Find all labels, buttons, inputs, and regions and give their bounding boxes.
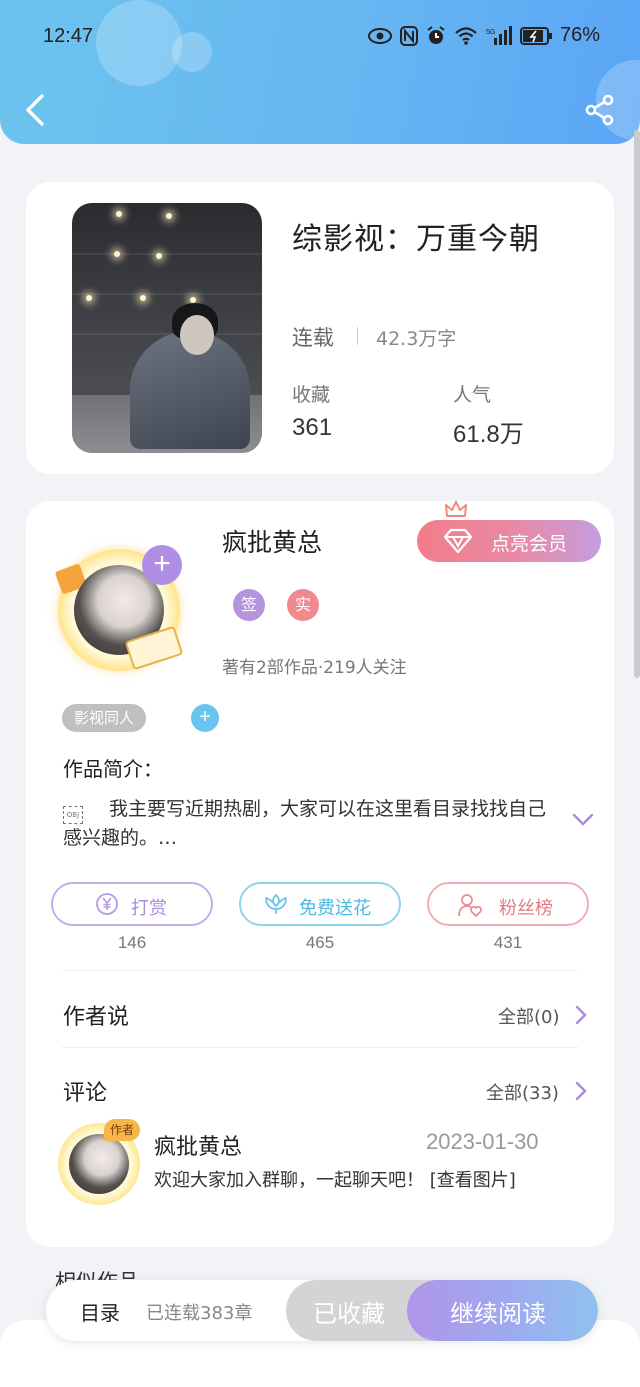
status-icons: 5G 76% (367, 24, 600, 47)
battery-percent: 76% (559, 24, 600, 46)
intro-label: 作品简介： (63, 757, 163, 781)
book-info-card: 综影视：万重今朝 连载 42.3万字 收藏 361 人气 61.8万 (26, 182, 614, 474)
popularity-label: 人气 (453, 384, 492, 406)
share-icon[interactable] (584, 94, 616, 126)
book-title: 综影视：万重今朝 (292, 222, 540, 257)
tip-count: 146 (117, 933, 147, 952)
author-says-title: 作者说 (63, 1005, 130, 1030)
cover-figure-head (180, 315, 214, 355)
verified-badge: 实 (287, 589, 319, 621)
author-card: + 疯批黄总 点亮会员 签 实 著有2部作品·219人关注 影视同人 + 作品简… (26, 501, 614, 1247)
cover-candle (114, 251, 120, 257)
image-placeholder-icon: OBJ (63, 806, 83, 824)
author-tag: 作者 (104, 1119, 140, 1141)
nfc-icon (399, 25, 418, 46)
header: 12:47 5G 76% (0, 0, 640, 144)
comments-title: 评论 (63, 1081, 108, 1106)
book-cover[interactable] (72, 203, 262, 453)
cover-shelf (72, 253, 262, 255)
send-flower-button[interactable]: 免费送花 (239, 882, 401, 926)
avatar-image (69, 1134, 129, 1194)
crown-icon (445, 501, 467, 517)
continue-reading-label: 继续阅读 (450, 1300, 546, 1328)
comment-avatar[interactable]: 作者 (58, 1119, 140, 1205)
divider (62, 1047, 578, 1048)
signed-badge: 签 (233, 589, 265, 621)
vip-button[interactable]: 点亮会员 (417, 520, 601, 562)
fan-ranking-label: 粉丝榜 (499, 898, 553, 919)
collected-label: 已收藏 (313, 1300, 385, 1328)
favorites-label: 收藏 (292, 384, 331, 406)
continue-reading-button[interactable]: 继续阅读 (407, 1280, 598, 1341)
author-name[interactable]: 疯批黄总 (222, 523, 322, 559)
svg-text:5G: 5G (486, 29, 495, 36)
comment-text[interactable]: 欢迎大家加入群聊，一起聊天吧！ [查看图片] (154, 1167, 564, 1195)
status-bar: 12:47 5G 76% (0, 22, 640, 54)
author-meta: 著有2部作品·219人关注 (222, 658, 407, 678)
tip-button[interactable]: 打赏 (51, 882, 213, 926)
genre-tag[interactable]: 影视同人 (62, 704, 147, 732)
chevron-down-icon[interactable] (572, 813, 594, 827)
status-time: 12:47 (43, 25, 94, 47)
alarm-icon (427, 25, 445, 44)
tip-label: 打赏 (131, 898, 167, 919)
follow-button[interactable]: + (142, 545, 182, 585)
signal-icon: 5G (486, 25, 512, 45)
intro-text[interactable]: OBJ 我主要写近期热剧，大家可以在这里看目录找找自己感兴趣的。… (63, 795, 563, 853)
diamond-icon (443, 528, 473, 554)
flower-count: 465 (305, 933, 335, 952)
eye-icon (367, 27, 392, 44)
cover-candle (156, 253, 162, 259)
cover-candle (86, 295, 92, 301)
favorites-value: 361 (292, 414, 333, 441)
cover-shelf (72, 293, 262, 295)
chapter-count[interactable]: 已连载383章 (146, 1299, 252, 1325)
comments-all-link[interactable]: 全部(33) (486, 1079, 559, 1105)
wifi-icon (455, 26, 477, 45)
send-flower-label: 免费送花 (299, 898, 371, 919)
add-tag-button[interactable]: + (191, 704, 219, 732)
divider (357, 327, 358, 345)
comment-author-name[interactable]: 疯批黄总 (154, 1129, 242, 1161)
yen-icon (96, 893, 118, 915)
cover-candle (116, 211, 122, 217)
comment-date: 2023-01-30 (426, 1129, 539, 1154)
flower-icon (265, 894, 287, 914)
book-status: 连载 (292, 326, 334, 350)
scrollbar[interactable] (634, 130, 640, 678)
fan-ranking-button[interactable]: 粉丝榜 (427, 882, 589, 926)
cover-candle (166, 213, 172, 219)
author-says-all-link[interactable]: 全部(0) (498, 1003, 560, 1029)
back-icon[interactable] (22, 92, 50, 128)
book-word-count: 42.3万字 (376, 328, 457, 350)
fan-count: 431 (493, 933, 523, 952)
bottom-bar: 目录 已连载383章 已收藏 继续阅读 (46, 1280, 598, 1341)
battery-icon (519, 26, 552, 45)
chevron-right-icon[interactable] (574, 1081, 588, 1101)
popularity-value: 61.8万 (453, 421, 524, 448)
vip-label: 点亮会员 (491, 533, 568, 555)
fan-heart-icon (458, 894, 482, 917)
intro-body: 我主要写近期热剧，大家可以在这里看目录找找自己感兴趣的。… (63, 798, 547, 849)
chevron-right-icon[interactable] (574, 1005, 588, 1025)
cover-candle (140, 295, 146, 301)
divider (62, 970, 578, 971)
toc-button[interactable]: 目录 (80, 1297, 120, 1326)
